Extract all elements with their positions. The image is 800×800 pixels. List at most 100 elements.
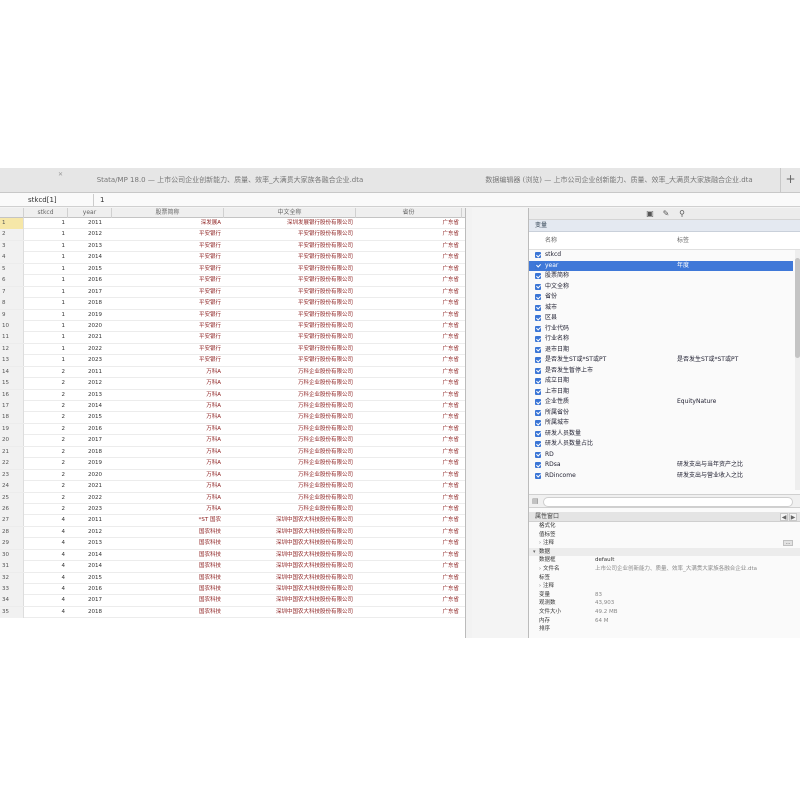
row-number[interactable]: 18 [0,412,24,424]
cell-year[interactable]: 2013 [68,390,112,401]
row-number[interactable]: 9 [0,309,24,321]
row-number[interactable]: 13 [0,355,24,367]
cell-year[interactable]: 2022 [68,344,112,355]
column-header-province[interactable]: 省份 [356,208,462,218]
property-row[interactable]: ▾ 数据 [529,547,800,557]
cell-name[interactable]: 深圳中国农大科技股份有限公司 [224,538,356,549]
cell-province[interactable]: 广东省 [356,561,462,572]
table-row[interactable]: 26 2 2023 万科A 万科企业股份有限公司 广东省 [0,503,465,516]
cell-name[interactable]: 深圳中国农大科技股份有限公司 [224,561,356,572]
chevron-right-icon[interactable]: › [539,565,541,574]
cell-abbr[interactable]: 国农科技 [112,595,224,606]
cell-stkcd[interactable]: 2 [24,401,68,412]
cell-abbr[interactable]: 平安银行 [112,321,224,332]
variable-item[interactable]: 是否发生ST或*ST或PT 是否发生ST或*ST或PT [529,355,793,366]
cell-province[interactable]: 广东省 [356,424,462,435]
cell-name[interactable]: 万科企业股份有限公司 [224,493,356,504]
column-header-abbr[interactable]: 股票简称 [112,208,224,218]
cell-year[interactable]: 2023 [68,504,112,515]
variable-item[interactable]: stkcd [529,250,793,261]
property-row[interactable]: 排序 [529,625,800,634]
row-number[interactable]: 2 [0,229,24,241]
cell-name[interactable]: 平安银行股份有限公司 [224,332,356,343]
cell-year[interactable]: 2019 [68,458,112,469]
cell-year[interactable]: 2011 [68,218,112,229]
table-row[interactable]: 34 4 2017 国农科技 深圳中国农大科技股份有限公司 广东省 [0,595,465,607]
checkbox-icon[interactable] [535,430,541,437]
cell-year[interactable]: 2012 [68,527,112,538]
cell-province[interactable]: 广东省 [356,550,462,561]
cell-province[interactable]: 广东省 [356,515,462,526]
row-number[interactable]: 28 [0,526,24,538]
cell-year[interactable]: 2019 [68,310,112,321]
table-row[interactable]: 8 1 2018 平安银行 平安银行股份有限公司 广东省 [0,298,465,310]
cell-year[interactable]: 2014 [68,401,112,412]
cell-abbr[interactable]: 万科A [112,458,224,469]
cell-abbr[interactable]: 万科A [112,435,224,446]
cell-year[interactable]: 2018 [68,607,112,618]
cell-abbr[interactable]: 万科A [112,447,224,458]
cell-stkcd[interactable]: 1 [24,241,68,252]
cell-stkcd[interactable]: 4 [24,607,68,618]
variable-item[interactable]: RD [529,450,793,461]
cell-province[interactable]: 广东省 [356,435,462,446]
table-row[interactable]: 35 4 2018 国农科技 深圳中国农大科技股份有限公司 广东省 [0,606,465,619]
cell-name[interactable]: 万科企业股份有限公司 [224,504,356,515]
cell-abbr[interactable]: 平安银行 [112,252,224,263]
grid-scrollbar[interactable] [466,208,472,638]
cell-name[interactable]: 平安银行股份有限公司 [224,241,356,252]
cell-year[interactable]: 2017 [68,435,112,446]
table-row[interactable]: 23 2 2020 万科A 万科企业股份有限公司 广东省 [0,469,465,482]
cell-province[interactable]: 广东省 [356,447,462,458]
table-row[interactable]: 19 2 2016 万科A 万科企业股份有限公司 广东省 [0,423,465,436]
row-number[interactable]: 35 [0,606,24,618]
row-number[interactable]: 14 [0,366,24,378]
cell-year[interactable]: 2016 [68,424,112,435]
cell-name[interactable]: 深圳中国农大科技股份有限公司 [224,573,356,584]
table-row[interactable]: 17 2 2014 万科A 万科企业股份有限公司 广东省 [0,401,465,413]
new-tab-button[interactable]: + [780,168,800,192]
checkbox-icon[interactable] [535,283,541,290]
cell-province[interactable]: 广东省 [356,287,462,298]
cell-abbr[interactable]: 平安银行 [112,310,224,321]
row-number[interactable]: 30 [0,549,24,561]
cell-name[interactable]: 平安银行股份有限公司 [224,229,356,240]
row-number[interactable]: 29 [0,538,24,550]
row-number[interactable]: 7 [0,286,24,298]
filter-icon[interactable]: ⚲ [677,209,687,219]
cell-year[interactable]: 2014 [68,561,112,572]
property-row[interactable]: › 注释 [529,582,800,591]
cell-abbr[interactable]: 平安银行 [112,241,224,252]
table-row[interactable]: 24 2 2021 万科A 万科企业股份有限公司 广东省 [0,481,465,493]
row-number[interactable]: 27 [0,515,24,527]
cell-abbr[interactable]: 国农科技 [112,607,224,618]
variable-item[interactable]: 退市日期 [529,345,793,356]
cell-name[interactable]: 深圳中国农大科技股份有限公司 [224,515,356,526]
row-number[interactable]: 5 [0,263,24,275]
cell-province[interactable]: 广东省 [356,344,462,355]
variable-item[interactable]: 成立日期 [529,376,793,387]
row-number[interactable]: 1 [0,218,24,229]
checkbox-icon[interactable] [535,472,541,479]
cell-province[interactable]: 广东省 [356,332,462,343]
cell-stkcd[interactable]: 2 [24,493,68,504]
checkbox-icon[interactable] [535,451,541,458]
checkbox-icon[interactable] [535,304,541,311]
row-number[interactable]: 10 [0,320,24,332]
checkbox-icon[interactable] [535,294,541,300]
cell-year[interactable]: 2020 [68,321,112,332]
table-row[interactable]: 21 2 2018 万科A 万科企业股份有限公司 广东省 [0,446,465,459]
cell-year[interactable]: 2011 [68,515,112,526]
cell-stkcd[interactable]: 1 [24,275,68,286]
property-row[interactable]: 内存 64 M [529,617,800,626]
table-row[interactable]: 28 4 2012 国农科技 深圳中国农大科技股份有限公司 广东省 [0,526,465,539]
row-number[interactable]: 33 [0,584,24,595]
row-number[interactable]: 11 [0,332,24,344]
property-row[interactable]: 值标签 [529,531,800,540]
cell-province[interactable]: 广东省 [356,527,462,538]
cell-name[interactable]: 深圳中国农大科技股份有限公司 [224,595,356,606]
variable-item[interactable]: 研发人员数量占比 [529,439,793,450]
cell-abbr[interactable]: 国农科技 [112,527,224,538]
var-col-name[interactable]: 名称 [545,235,557,244]
cell-abbr[interactable]: 万科A [112,424,224,435]
